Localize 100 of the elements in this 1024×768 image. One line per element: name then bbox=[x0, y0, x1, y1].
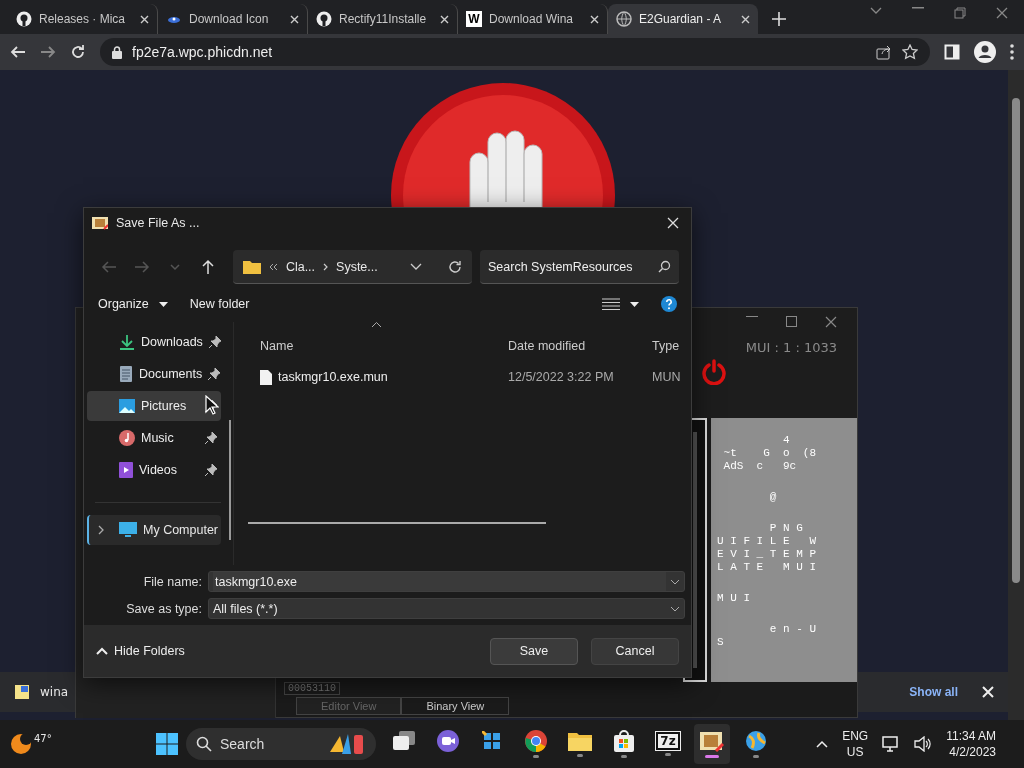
breadcrumb-item[interactable]: Cla... bbox=[285, 259, 316, 274]
new-tab-icon[interactable] bbox=[772, 12, 786, 26]
network-icon[interactable] bbox=[882, 736, 901, 752]
file-type-dropdown[interactable]: All files (*.*) bbox=[208, 598, 685, 619]
tiles-icon bbox=[482, 731, 502, 751]
dump-text: M U I bbox=[717, 592, 751, 605]
archive-file-icon bbox=[14, 684, 30, 700]
taskbar-app[interactable] bbox=[694, 724, 730, 764]
scrollbar-thumb[interactable] bbox=[1012, 98, 1020, 583]
menu-icon[interactable] bbox=[1010, 44, 1014, 60]
double-chevron-icon bbox=[268, 262, 278, 271]
scrollbar-thumb[interactable] bbox=[229, 420, 231, 540]
cancel-button[interactable]: Cancel bbox=[591, 637, 679, 665]
monitor-icon bbox=[119, 522, 137, 538]
power-icon[interactable] bbox=[701, 359, 727, 385]
offset-text: 00053110 bbox=[284, 682, 340, 695]
dump-text: E V I _ T E M P bbox=[717, 548, 818, 561]
language-text[interactable]: ENG bbox=[842, 728, 869, 744]
start-icon[interactable] bbox=[156, 733, 178, 755]
view-tab[interactable]: Binary View bbox=[401, 697, 510, 715]
breadcrumb-item[interactable]: Syste... bbox=[336, 259, 378, 274]
taskbar-search[interactable]: Search bbox=[186, 728, 376, 760]
list-view-icon[interactable] bbox=[602, 298, 620, 310]
region-text[interactable]: US bbox=[846, 744, 864, 760]
document-icon bbox=[119, 366, 133, 382]
close-icon[interactable] bbox=[290, 14, 299, 24]
maximize-icon[interactable] bbox=[786, 316, 797, 327]
restore-icon[interactable] bbox=[954, 7, 966, 19]
tab-title: Download Icon bbox=[189, 12, 270, 26]
show-all-link[interactable]: Show all bbox=[909, 685, 958, 699]
chevron-down-icon[interactable] bbox=[870, 7, 882, 15]
refresh-icon[interactable] bbox=[448, 259, 463, 274]
save-button[interactable]: Save bbox=[490, 637, 578, 665]
profile-icon[interactable] bbox=[974, 41, 996, 63]
close-icon[interactable] bbox=[590, 14, 599, 24]
column-header[interactable]: Type bbox=[652, 339, 691, 353]
address-bar[interactable]: fp2e7a.wpc.phicdn.net bbox=[100, 38, 930, 66]
scrollbar-thumb[interactable] bbox=[248, 522, 546, 524]
dump-text: S bbox=[717, 636, 725, 649]
chevron-up-icon[interactable] bbox=[816, 740, 829, 748]
pin-icon[interactable] bbox=[205, 464, 217, 476]
sidebar-item[interactable]: Videos bbox=[87, 455, 221, 485]
moon-icon[interactable] bbox=[10, 733, 32, 755]
globe-icon bbox=[616, 11, 632, 27]
sidebar-item[interactable]: Music bbox=[87, 423, 221, 453]
dump-text: @ bbox=[768, 491, 778, 504]
speaker-icon[interactable] bbox=[914, 736, 933, 752]
chevron-up-icon bbox=[96, 647, 108, 655]
download-name[interactable]: wina bbox=[40, 685, 69, 699]
taskbar-app[interactable]: 7z bbox=[650, 724, 686, 764]
editor-app-icon bbox=[700, 730, 724, 752]
tab-title: E2Guardian - A bbox=[639, 12, 723, 26]
file-name[interactable]: taskmgr10.exe.mun bbox=[260, 369, 508, 385]
search-box[interactable]: Search SystemResources bbox=[480, 250, 680, 284]
search-field[interactable]: Search SystemResources bbox=[488, 259, 659, 274]
dump-text: P N G bbox=[768, 522, 804, 535]
hide-folders-button[interactable]: Hide Folders bbox=[96, 644, 185, 658]
close-icon[interactable] bbox=[741, 14, 750, 24]
back-arrow-icon[interactable] bbox=[10, 44, 26, 60]
tree-item[interactable]: My Computer bbox=[87, 515, 221, 545]
close-icon[interactable] bbox=[440, 14, 449, 24]
file-name-field[interactable]: taskmgr10.exe bbox=[208, 571, 685, 592]
pin-icon[interactable] bbox=[205, 432, 217, 444]
sidebar-item[interactable]: Downloads bbox=[87, 327, 221, 357]
sort-caret-icon[interactable] bbox=[372, 322, 381, 327]
folder-icon bbox=[242, 259, 261, 274]
dump-text: AdS c 9c bbox=[722, 460, 798, 473]
column-header[interactable]: Name bbox=[260, 339, 508, 353]
close-icon[interactable] bbox=[140, 14, 149, 24]
command-button[interactable]: Organize bbox=[98, 297, 168, 311]
shopping-bag-icon bbox=[614, 730, 634, 752]
reload-icon[interactable] bbox=[70, 44, 86, 60]
scrollbar[interactable] bbox=[1008, 70, 1024, 720]
chevron-down-icon bbox=[670, 605, 680, 612]
field-label: Save as type: bbox=[125, 601, 202, 616]
chat-icon bbox=[437, 730, 459, 752]
file-type: MUN bbox=[652, 370, 682, 384]
chevron-down-icon[interactable] bbox=[410, 262, 423, 271]
chevron-down-icon[interactable] bbox=[670, 578, 680, 585]
breadcrumb-bar[interactable]: Cla... Syste... bbox=[232, 250, 473, 284]
browser-tab[interactable]: E2Guardian - A bbox=[608, 4, 758, 34]
star-icon[interactable] bbox=[902, 44, 918, 60]
video-icon bbox=[119, 462, 133, 478]
date-text[interactable]: 4/2/2023 bbox=[949, 744, 996, 760]
pin-icon[interactable] bbox=[208, 336, 221, 348]
caption-text: MUI : 1 : 1033 bbox=[745, 340, 837, 355]
time-text[interactable]: 11:34 AM bbox=[946, 728, 996, 744]
chevron-right-icon[interactable] bbox=[97, 525, 105, 535]
letter-logo-icon: W bbox=[466, 11, 482, 27]
dump-text: U I F I L E W bbox=[717, 535, 818, 548]
side-panel-icon[interactable] bbox=[944, 44, 960, 60]
sidebar-item[interactable]: Pictures bbox=[87, 391, 221, 421]
share-icon[interactable] bbox=[876, 44, 892, 60]
minimize-icon[interactable] bbox=[746, 316, 758, 318]
help-icon[interactable] bbox=[661, 296, 677, 312]
forward-arrow-icon[interactable] bbox=[40, 44, 56, 60]
command-button[interactable]: New folder bbox=[189, 297, 250, 311]
sidebar-item[interactable]: Documents bbox=[87, 359, 221, 389]
pin-icon[interactable] bbox=[208, 368, 221, 380]
column-header[interactable]: Date modified bbox=[508, 339, 652, 353]
